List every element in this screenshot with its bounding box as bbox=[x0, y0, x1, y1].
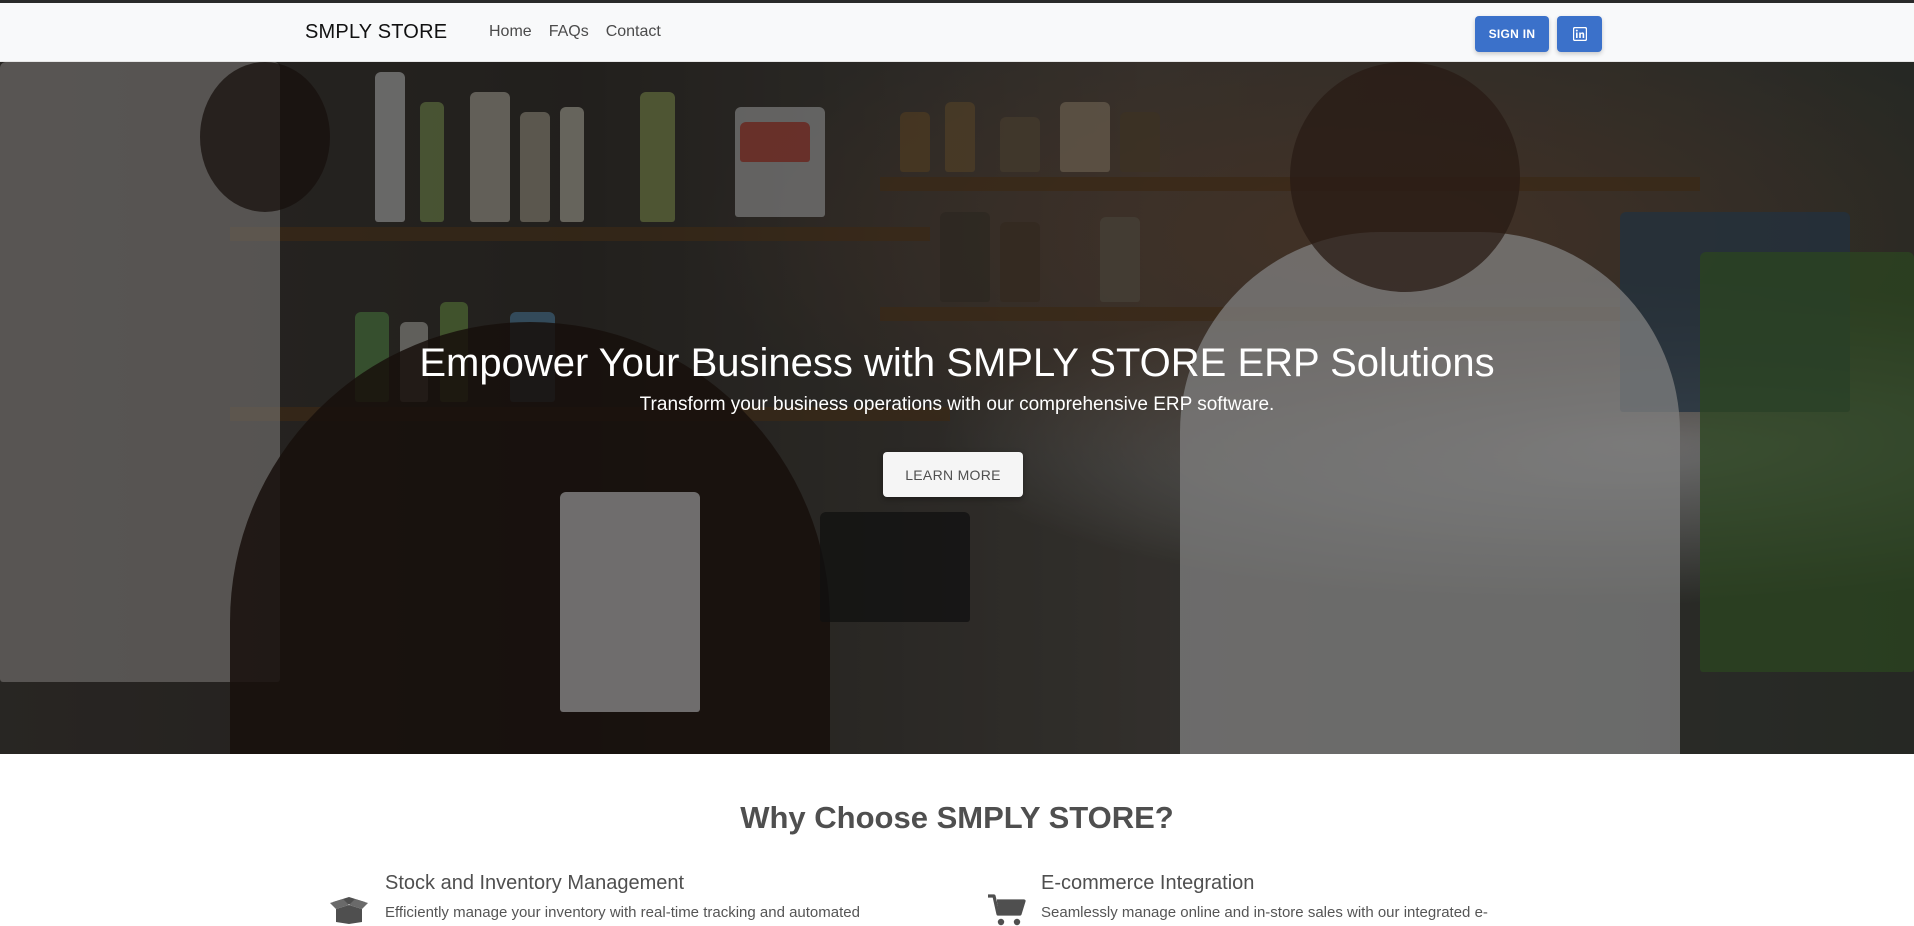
feature-description: Seamlessly manage online and in-store sa… bbox=[1041, 904, 1488, 921]
linkedin-button[interactable] bbox=[1557, 16, 1602, 52]
feature-description: Efficiently manage your inventory with r… bbox=[385, 904, 860, 921]
learn-more-button[interactable]: LEARN MORE bbox=[883, 452, 1023, 497]
nav-link-home[interactable]: Home bbox=[489, 23, 532, 41]
navbar: SMPLY STORE Home FAQs Contact SIGN IN bbox=[0, 3, 1914, 62]
brand-logo[interactable]: SMPLY STORE bbox=[305, 21, 447, 44]
hero-title: Empower Your Business with SMPLY STORE E… bbox=[419, 341, 1495, 385]
hero-section: Empower Your Business with SMPLY STORE E… bbox=[0, 62, 1914, 754]
nav-link-faqs[interactable]: FAQs bbox=[549, 23, 589, 41]
feature-title: Stock and Inventory Management bbox=[385, 872, 685, 894]
shopping-cart-icon bbox=[988, 894, 1026, 926]
hero-subtitle: Transform your business operations with … bbox=[639, 394, 1275, 415]
nav-link-contact[interactable]: Contact bbox=[606, 23, 661, 41]
box-open-icon bbox=[330, 897, 368, 924]
sign-in-button[interactable]: SIGN IN bbox=[1475, 16, 1549, 52]
feature-title: E-commerce Integration bbox=[1041, 872, 1255, 894]
section-title: Why Choose SMPLY STORE? bbox=[740, 800, 1174, 835]
nav-links: Home FAQs Contact bbox=[489, 23, 661, 41]
linkedin-icon bbox=[1572, 27, 1587, 41]
